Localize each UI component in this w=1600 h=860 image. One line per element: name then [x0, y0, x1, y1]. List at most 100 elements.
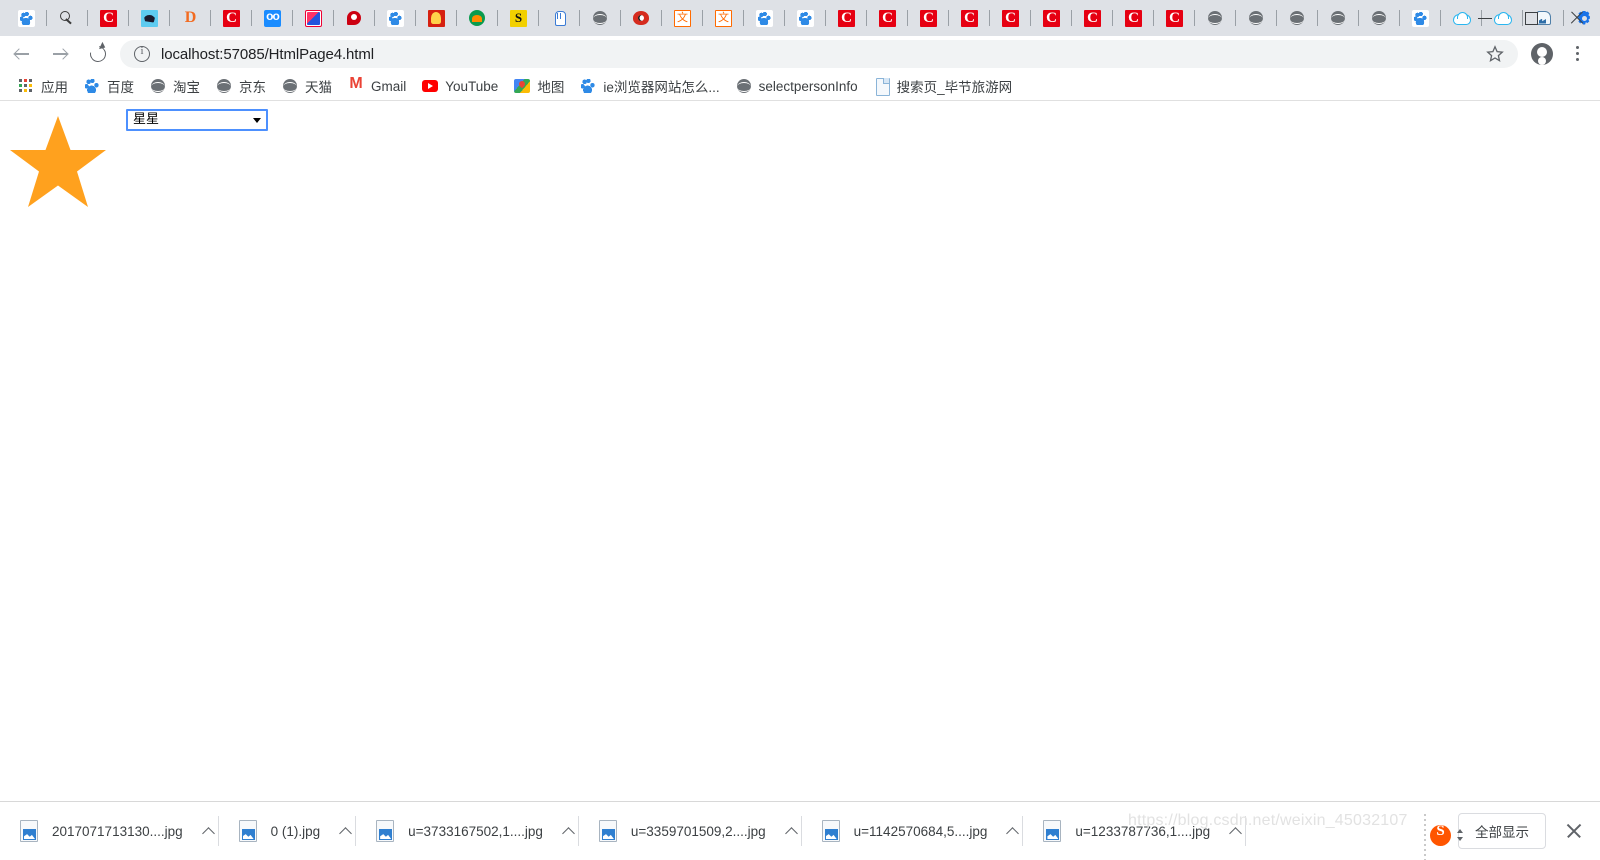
pinned-tab-11[interactable] [457, 1, 498, 35]
pinned-tab-29[interactable] [1195, 1, 1236, 35]
download-item-3[interactable]: u=3359701509,2....jpg [579, 802, 802, 860]
pinned-tab-21[interactable] [867, 1, 908, 35]
bookmark-label: 应用 [41, 80, 68, 95]
bookmark-item-7[interactable]: 地图 [506, 74, 572, 98]
bookmark-star-icon[interactable] [1486, 45, 1504, 63]
pinned-tab-17[interactable] [703, 1, 744, 35]
reload-button[interactable] [80, 37, 114, 71]
chevron-up-icon[interactable] [336, 821, 356, 841]
shape-select[interactable]: 星星三角形圆形正方形 [126, 109, 268, 131]
pinned-tab-24[interactable] [990, 1, 1031, 35]
pinned-tab-33[interactable] [1359, 1, 1400, 35]
profile-avatar[interactable] [1526, 38, 1558, 70]
bookmark-item-9[interactable]: selectpersonInfo [728, 74, 866, 98]
cyan-bird-icon [141, 9, 158, 27]
orange-d-icon [182, 10, 199, 27]
chevron-up-icon[interactable] [1003, 821, 1023, 841]
show-all-downloads-button[interactable]: 全部显示 [1458, 813, 1546, 849]
pinned-tab-14[interactable] [580, 1, 621, 35]
pinned-tab-22[interactable] [908, 1, 949, 35]
bookmark-item-2[interactable]: 淘宝 [142, 74, 208, 98]
pinned-tab-20[interactable] [826, 1, 867, 35]
chevron-up-icon[interactable] [1226, 821, 1246, 841]
bookmark-item-4[interactable]: 天猫 [274, 74, 340, 98]
bookmark-label: 淘宝 [173, 80, 200, 95]
bookmark-label: selectpersonInfo [758, 78, 858, 94]
red-c-icon [879, 9, 896, 27]
pinned-tab-2[interactable] [88, 1, 129, 35]
download-item-1[interactable]: 0 (1).jpg [219, 802, 357, 860]
red-c-icon [1166, 9, 1183, 27]
download-filename: 0 (1).jpg [270, 823, 321, 839]
pinned-tab-5[interactable] [211, 1, 252, 35]
forward-button[interactable] [42, 37, 76, 71]
chevron-up-icon[interactable] [559, 821, 579, 841]
sogou-ime-widget[interactable] [1430, 822, 1470, 852]
globe-icon [1207, 10, 1224, 27]
pinned-tab-23[interactable] [949, 1, 990, 35]
pinned-tab-27[interactable] [1113, 1, 1154, 35]
pinned-tab-0[interactable] [6, 1, 47, 35]
pinned-tab-8[interactable] [334, 1, 375, 35]
pinned-tab-28[interactable] [1154, 1, 1195, 35]
pinned-tab-3[interactable] [129, 1, 170, 35]
ime-updown-icon[interactable] [1456, 829, 1465, 843]
close-window-icon[interactable] [1554, 0, 1600, 36]
pinned-tab-9[interactable] [375, 1, 416, 35]
maximize-icon[interactable] [1508, 0, 1554, 36]
pinned-tab-25[interactable] [1031, 1, 1072, 35]
close-shelf-icon[interactable] [1560, 817, 1588, 845]
download-item-2[interactable]: u=3733167502,1....jpg [356, 802, 579, 860]
gov-emblem-icon [428, 9, 445, 27]
pinned-tab-12[interactable] [498, 1, 539, 35]
pinned-tab-15[interactable] [621, 1, 662, 35]
pinned-tab-6[interactable] [252, 1, 293, 35]
bookmark-item-3[interactable]: 京东 [208, 74, 274, 98]
pinned-tab-10[interactable] [416, 1, 457, 35]
pinned-tab-18[interactable] [744, 1, 785, 35]
bookmark-item-10[interactable]: 搜索页_毕节旅游网 [866, 74, 1021, 98]
download-item-5[interactable]: u=1233787736,1....jpg [1023, 802, 1246, 860]
baidu-icon [387, 9, 404, 27]
baidu-icon [580, 78, 596, 94]
pinned-tab-16[interactable] [662, 1, 703, 35]
pinned-tab-26[interactable] [1072, 1, 1113, 35]
bookmark-item-6[interactable]: YouTube [414, 74, 506, 98]
chrome-menu-icon[interactable] [1560, 37, 1594, 71]
address-bar[interactable]: localhost:57085/HtmlPage4.html [120, 40, 1518, 68]
red-c-icon [1002, 9, 1019, 27]
apps-grid-icon [18, 78, 34, 94]
pinned-tab-13[interactable] [539, 1, 580, 35]
globe-icon [282, 78, 298, 94]
pinned-tab-19[interactable] [785, 1, 826, 35]
pinned-tab-31[interactable] [1277, 1, 1318, 35]
pinned-tab-34[interactable] [1400, 1, 1441, 35]
pinned-tab-7[interactable] [293, 1, 334, 35]
minimize-icon[interactable] [1462, 0, 1508, 36]
site-info-icon[interactable] [134, 45, 150, 62]
ime-drag-handle[interactable] [1424, 814, 1426, 860]
url-text: localhost:57085/HtmlPage4.html [161, 45, 374, 63]
pinned-tab-1[interactable] [47, 1, 88, 35]
pinned-tab-32[interactable] [1318, 1, 1359, 35]
gmail-icon [348, 75, 364, 94]
pinned-tabs-container [0, 0, 1600, 36]
baidu-icon [1412, 9, 1429, 27]
sogou-logo-icon[interactable] [1430, 823, 1451, 846]
red-c-icon [1084, 9, 1101, 27]
bookmark-item-5[interactable]: Gmail [340, 74, 414, 98]
pinned-tab-4[interactable] [170, 1, 211, 35]
red-circle-icon [346, 10, 363, 27]
back-button[interactable] [4, 37, 38, 71]
chevron-up-icon[interactable] [782, 821, 802, 841]
globe-icon [1289, 10, 1306, 27]
red-c-icon [838, 9, 855, 27]
pinned-tab-30[interactable] [1236, 1, 1277, 35]
bookmark-item-0[interactable]: 应用 [10, 74, 76, 98]
bookmark-label: YouTube [445, 78, 499, 94]
bookmark-item-1[interactable]: 百度 [76, 74, 142, 98]
download-item-4[interactable]: u=1142570684,5....jpg [802, 802, 1024, 860]
download-item-0[interactable]: 2017071713130....jpg [0, 802, 219, 860]
bookmark-item-8[interactable]: ie浏览器网站怎么... [572, 74, 727, 98]
chevron-up-icon[interactable] [199, 821, 219, 841]
